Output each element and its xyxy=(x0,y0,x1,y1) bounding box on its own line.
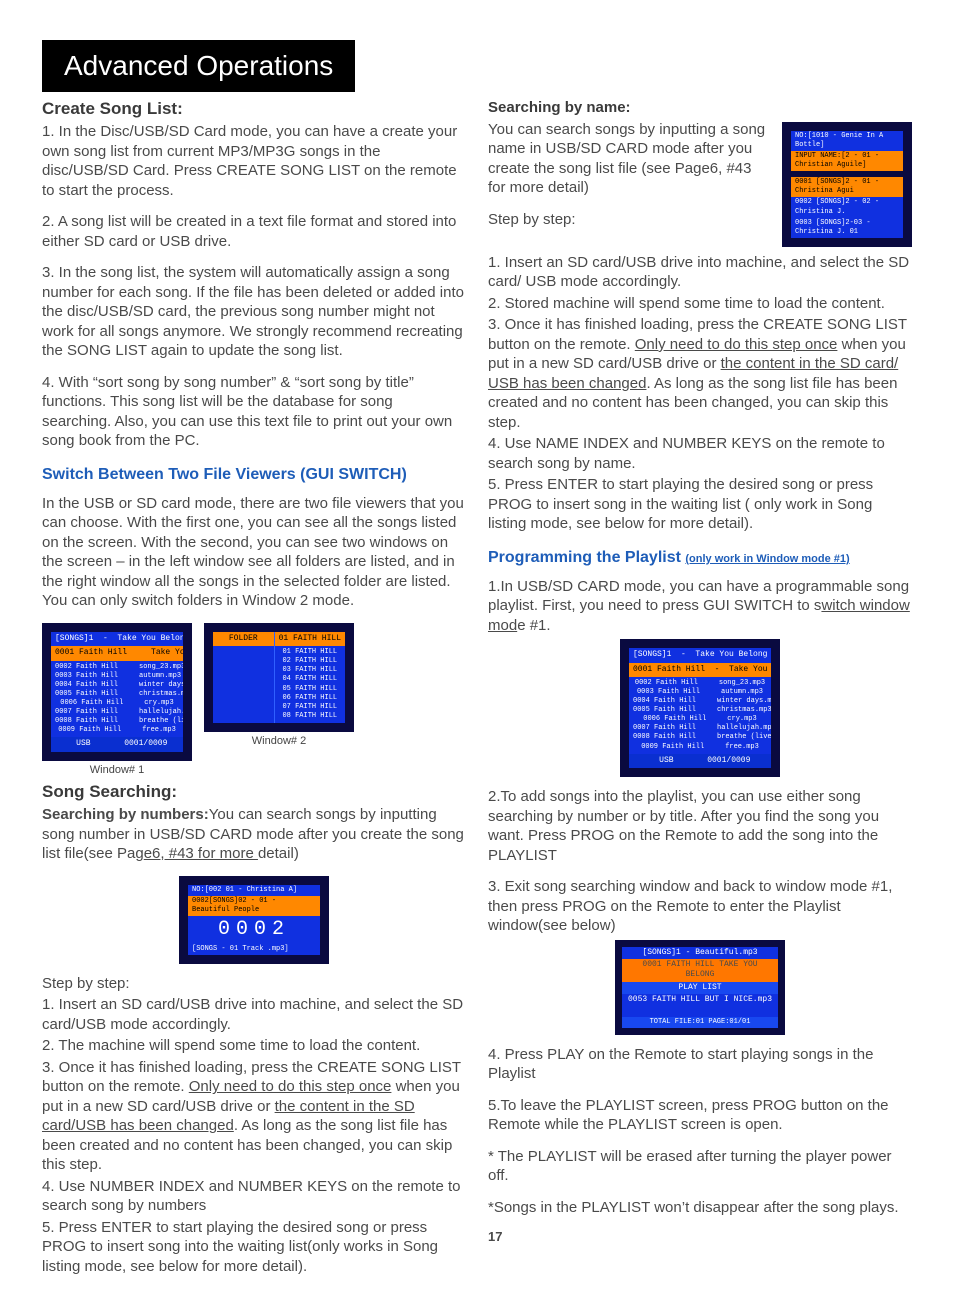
prog-window1-shot-wrap: [SONGS]1 - Take You Belong 0001 Faith Hi… xyxy=(488,639,912,777)
right-sbs-1: 1. Insert an SD card/USB drive into mach… xyxy=(488,253,912,292)
pl-foot: TOTAL FILE:01 PAGE:01/01 xyxy=(622,1017,778,1028)
window-screenshots-row: [SONGS]1 - Take You Belong 0001 Faith Hi… xyxy=(42,623,466,777)
right-sbs-2: 2. Stored machine will spend some time t… xyxy=(488,294,912,314)
prog-note1: * The PLAYLIST will be erased after turn… xyxy=(488,1147,912,1186)
left-sbs-3: 3. Once it has finished loading, press t… xyxy=(42,1058,466,1175)
right-sbs-3u1: Only need to do this step once xyxy=(635,336,838,353)
win2-left-pad xyxy=(213,646,274,659)
nameshot-a: NO:[1010 - Genie In A Bottle] xyxy=(791,131,903,151)
pl-hdr: PLAY LIST xyxy=(622,982,778,994)
win2-right-list: 01 FAITH HILL 02 FAITH HILL 03 FAITH HIL… xyxy=(275,646,345,723)
win1-list: 0002 Faith Hill song_23.mp3 0003 Faith H… xyxy=(51,661,183,738)
create-step-4: 4. With “sort song by song number” & “so… xyxy=(42,373,466,451)
left-sbs-5: 5. Press ENTER to start playing the desi… xyxy=(42,1218,466,1277)
window1-screenshot: [SONGS]1 - Take You Belong 0001 Faith Hi… xyxy=(42,623,192,761)
left-column: Create Song List: 1. In the Disc/USB/SD … xyxy=(42,98,466,1276)
nameshot-b: INPUT NAME:[2 - 01 - Christian Aguile] xyxy=(791,151,903,171)
prog-4: 4. Press PLAY on the Remote to start pla… xyxy=(488,1045,912,1084)
prog-3: 3. Exit song searching window and back t… xyxy=(488,877,912,936)
create-step-3: 3. In the song list, the system will aut… xyxy=(42,263,466,361)
window2-caption: Window# 2 xyxy=(204,734,354,748)
programming-playlist-heading: Programming the Playlist (only work in W… xyxy=(488,548,912,569)
win2-right-hl: 01 FAITH HILL xyxy=(275,632,345,646)
prog-h-main: Programming the Playlist xyxy=(488,549,685,566)
left-sbs-4: 4. Use NUMBER INDEX and NUMBER KEYS on t… xyxy=(42,1177,466,1216)
left-sbs-1: 1. Insert an SD card/USB drive into mach… xyxy=(42,995,466,1034)
pg-lines: 0002 Faith Hill song_23.mp3 0003 Faith H… xyxy=(629,677,771,754)
create-song-list-heading: Create Song List: xyxy=(42,98,466,120)
search-by-name-heading: Searching by name: xyxy=(488,98,912,118)
left-step-by-step-heading: Step by step: xyxy=(42,974,466,994)
gui-switch-heading: Switch Between Two File Viewers (GUI SWI… xyxy=(42,465,466,486)
win1-highlight: 0001 Faith Hill Take You Belong xyxy=(51,646,183,660)
create-step-2: 2. A song list will be created in a text… xyxy=(42,212,466,251)
search-num-lead: Searching by numbers: xyxy=(42,806,209,823)
prog-5: 5.To leave the PLAYLIST screen, press PR… xyxy=(488,1096,912,1135)
prog-2: 2.To add songs into the playlist, you ca… xyxy=(488,787,912,865)
numshot-top: NO:[002 01 - Christina A] xyxy=(188,885,320,896)
song-searching-heading: Song Searching: xyxy=(42,781,466,803)
numshot-hl: 0002[SONGS]02 - 01 - Beautiful People xyxy=(188,896,320,916)
nameshot-e: 0003 [SONGS]2-03 - Christina J. 01 xyxy=(791,218,903,238)
prog-1b: e #1. xyxy=(517,617,550,634)
number-search-screenshot-wrap: NO:[002 01 - Christina A] 0002[SONGS]02 … xyxy=(42,876,466,964)
win1-foot: USB 0001/0009 xyxy=(51,737,183,751)
numshot-foot: [SONGS - 01 Track .mp3] xyxy=(188,944,320,955)
prog-window1-screenshot: [SONGS]1 - Take You Belong 0001 Faith Hi… xyxy=(620,639,780,777)
nameshot-d: 0002 [SONGS]2 - 02 - Christina J. xyxy=(791,197,903,217)
playlist-shot-wrap: [SONGS]1 - Beautiful.mp3 0001 FAITH HILL… xyxy=(488,940,912,1035)
prog-note2: *Songs in the PLAYLIST won’t disappear a… xyxy=(488,1198,912,1218)
create-step-1: 1. In the Disc/USB/SD Card mode, you can… xyxy=(42,122,466,200)
prog-h-sub: (only work in Window mode #1) xyxy=(685,553,849,565)
right-sbs-5: 5. Press ENTER to start playing the desi… xyxy=(488,475,912,534)
window1-caption: Window# 1 xyxy=(42,763,192,777)
left-sbs-3u1: Only need to do this step once xyxy=(189,1078,392,1095)
two-column-layout: Create Song List: 1. In the Disc/USB/SD … xyxy=(42,98,912,1276)
nameshot-c: 0001 [SONGS]2 - 01 - Christina Agui xyxy=(791,177,903,197)
search-by-numbers-para: Searching by numbers:You can search song… xyxy=(42,805,466,864)
pg-hl: 0001 Faith Hill - Take You Belong xyxy=(629,663,771,677)
window1-col: [SONGS]1 - Take You Belong 0001 Faith Hi… xyxy=(42,623,192,777)
section-banner: Advanced Operations xyxy=(42,40,355,92)
gui-switch-para: In the USB or SD card mode, there are tw… xyxy=(42,494,466,611)
window2-screenshot: FOLDER 01 FAITH HILL 01 FAITH HILL 02 FA… xyxy=(204,623,354,732)
window2-col: FOLDER 01 FAITH HILL 01 FAITH HILL 02 FA… xyxy=(204,623,354,777)
prog-1: 1.In USB/SD CARD mode, you can have a pr… xyxy=(488,577,912,636)
pg-title: [SONGS]1 - Take You Belong xyxy=(629,648,771,662)
left-sbs-2: 2. The machine will spend some time to l… xyxy=(42,1036,466,1056)
numshot-big: 0002 xyxy=(188,916,320,944)
right-column: Searching by name: NO:[1010 - Genie In A… xyxy=(488,98,912,1276)
right-sbs-3: 3. Once it has finished loading, press t… xyxy=(488,315,912,432)
right-sbs-4: 4. Use NAME INDEX and NUMBER KEYS on the… xyxy=(488,434,912,473)
pl-title: [SONGS]1 - Beautiful.mp3 xyxy=(622,947,778,959)
win2-left-hl: FOLDER xyxy=(213,632,274,646)
playlist-screenshot: [SONGS]1 - Beautiful.mp3 0001 FAITH HILL… xyxy=(615,940,785,1035)
page-number: 17 xyxy=(488,1229,912,1246)
number-search-screenshot: NO:[002 01 - Christina A] 0002[SONGS]02 … xyxy=(179,876,329,964)
win1-title: [SONGS]1 - Take You Belong xyxy=(51,632,183,646)
search-num-underline: e6, #43 for more xyxy=(144,845,258,862)
pl-sel: 0001 FAITH HILL TAKE YOU BELONG xyxy=(622,959,778,982)
name-search-screenshot: NO:[1010 - Genie In A Bottle] INPUT NAME… xyxy=(782,122,912,247)
pg-foot: USB 0001/0009 xyxy=(629,754,771,768)
search-num-tail: detail) xyxy=(258,845,299,862)
pl-row: 0053 FAITH HILL BUT I NICE.mp3 xyxy=(622,994,778,1006)
